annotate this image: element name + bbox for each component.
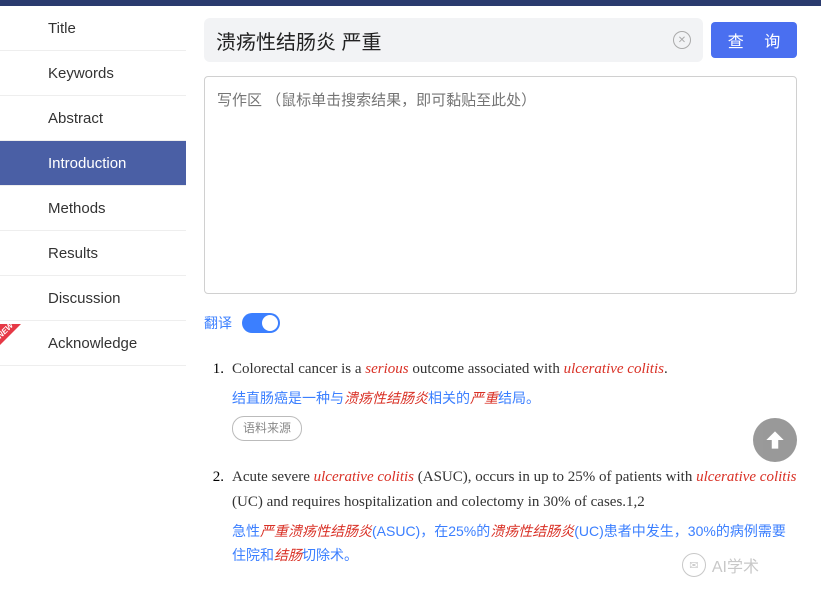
search-row: ✕ 查 询 bbox=[204, 18, 797, 62]
result-chinese: 急性严重溃疡性结肠炎(ASUC)，在25%的溃疡性结肠炎(UC)患者中发生，30… bbox=[232, 520, 797, 568]
result-item[interactable]: 2.Acute severe ulcerative colitis (ASUC)… bbox=[204, 465, 797, 568]
query-button[interactable]: 查 询 bbox=[711, 22, 797, 58]
arrow-up-icon bbox=[762, 427, 788, 453]
scroll-top-button[interactable] bbox=[753, 418, 797, 462]
sidebar-item-abstract[interactable]: Abstract bbox=[0, 96, 186, 141]
sidebar-item-title[interactable]: Title bbox=[0, 6, 186, 51]
result-body: Colorectal cancer is a serious outcome a… bbox=[232, 357, 797, 441]
container: TitleKeywordsAbstractIntroductionMethods… bbox=[0, 6, 821, 591]
search-box: ✕ bbox=[204, 18, 703, 62]
sidebar-item-introduction[interactable]: Introduction bbox=[0, 141, 186, 186]
translate-row: 翻译 bbox=[204, 313, 797, 333]
main: ✕ 查 询 翻译 1.Colorectal cancer is a seriou… bbox=[186, 6, 821, 591]
result-number: 2. bbox=[204, 465, 232, 568]
sidebar: TitleKeywordsAbstractIntroductionMethods… bbox=[0, 6, 186, 591]
sidebar-item-results[interactable]: Results bbox=[0, 231, 186, 276]
translate-toggle[interactable] bbox=[242, 313, 280, 333]
result-english: Acute severe ulcerative colitis (ASUC), … bbox=[232, 465, 797, 516]
result-chinese: 结直肠癌是一种与溃疡性结肠炎相关的严重结局。 bbox=[232, 387, 797, 411]
result-english: Colorectal cancer is a serious outcome a… bbox=[232, 357, 797, 383]
sidebar-item-acknowledge[interactable]: Acknowledge bbox=[0, 321, 186, 366]
source-button[interactable]: 语料来源 bbox=[232, 416, 302, 440]
result-body: Acute severe ulcerative colitis (ASUC), … bbox=[232, 465, 797, 568]
results-list: 1.Colorectal cancer is a serious outcome… bbox=[204, 357, 797, 567]
clear-icon[interactable]: ✕ bbox=[673, 31, 691, 49]
sidebar-item-discussion[interactable]: Discussion bbox=[0, 276, 186, 321]
sidebar-item-methods[interactable]: Methods bbox=[0, 186, 186, 231]
result-item[interactable]: 1.Colorectal cancer is a serious outcome… bbox=[204, 357, 797, 441]
sidebar-item-keywords[interactable]: Keywords bbox=[0, 51, 186, 96]
result-number: 1. bbox=[204, 357, 232, 441]
search-input[interactable] bbox=[216, 29, 673, 52]
translate-label: 翻译 bbox=[204, 313, 232, 333]
writing-area[interactable] bbox=[204, 76, 797, 294]
